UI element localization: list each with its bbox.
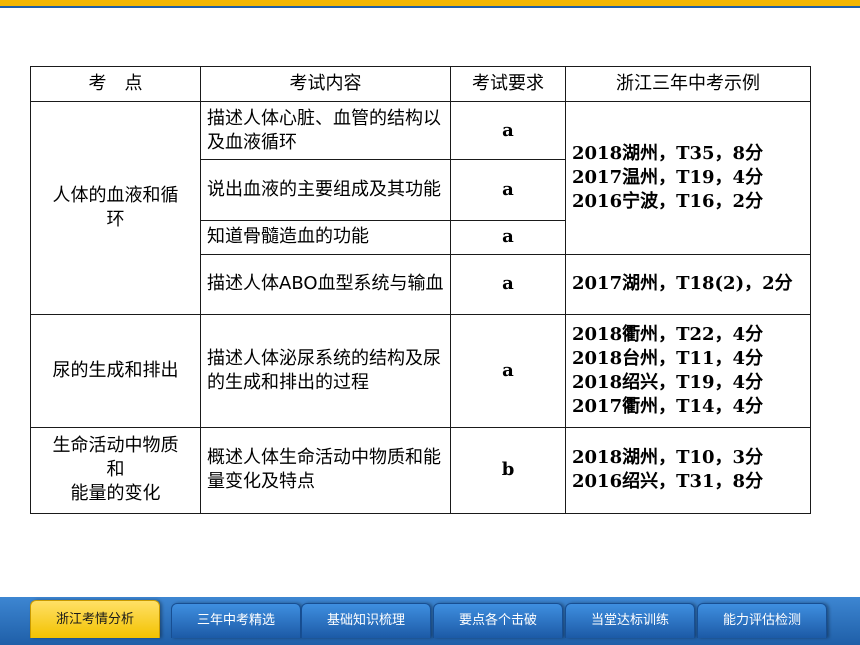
header-topic: 考 点	[30, 66, 201, 102]
examples-cell: 2018湖州，T35，8分 2017温州，T19，4分 2016宁波，T16，2…	[565, 101, 811, 255]
topic-text: 环	[106, 209, 125, 230]
tab-zhejiang-analysis[interactable]: 浙江考情分析	[30, 600, 160, 638]
table-row: 生命活动中物质 和 能量的变化 概述人体生命活动中物质和能量变化及特点 b 20…	[30, 426, 811, 515]
topic-cell: 人体的血液和循 环	[30, 101, 201, 315]
header-requirement: 考试要求	[450, 66, 566, 102]
top-accent-bar	[0, 0, 860, 8]
tab-three-year-selection[interactable]: 三年中考精选	[171, 603, 301, 638]
example-item: 2017温州，T19，4分	[572, 166, 764, 188]
example-item: 2018湖州，T35，8分	[572, 142, 764, 164]
requirement-cell: a	[450, 159, 566, 221]
content-cell: 描述人体ABO血型系统与输血	[200, 253, 451, 316]
example-item: 2018绍兴，T19，4分	[572, 371, 764, 393]
table-row: 人体的血液和循 环 描述人体心脏、血管的结构以及血液循环 a 2018湖州，T3…	[30, 100, 811, 315]
content-cell: 描述人体泌尿系统的结构及尿的生成和排出的过程	[200, 314, 451, 428]
header-examples: 浙江三年中考示例	[565, 66, 811, 102]
requirement-cell: b	[450, 426, 566, 515]
content-cell: 描述人体心脏、血管的结构以及血液循环	[200, 100, 451, 161]
tab-basic-knowledge[interactable]: 基础知识梳理	[301, 603, 431, 638]
examples-cell: 2018湖州，T10，3分 2016绍兴，T31，8分	[565, 426, 811, 515]
requirement-cell: a	[450, 219, 566, 255]
topic-cell: 尿的生成和排出	[30, 314, 201, 428]
requirement-cell: a	[450, 100, 566, 161]
example-item: 2017衢州，T14，4分	[572, 395, 764, 417]
example-item: 2016宁波，T16，2分	[572, 190, 764, 212]
content-cell: 概述人体生命活动中物质和能量变化及特点	[200, 426, 451, 515]
example-item: 2016绍兴，T31，8分	[572, 471, 764, 493]
example-item: 2018台州，T11，4分	[572, 347, 764, 369]
tab-ability-assessment[interactable]: 能力评估检测	[697, 603, 827, 638]
exam-points-table: 考 点 考试内容 考试要求 浙江三年中考示例 人体的血液和循 环 描述人体心脏、…	[30, 66, 811, 515]
tab-key-points[interactable]: 要点各个击破	[433, 603, 563, 638]
topic-cell: 生命活动中物质 和 能量的变化	[30, 426, 201, 515]
header-content: 考试内容	[200, 66, 451, 102]
tab-in-class-training[interactable]: 当堂达标训练	[565, 603, 695, 638]
topic-text: 生命活动中物质	[52, 435, 179, 457]
example-item: 2017湖州，T18(2)，2分	[572, 273, 793, 295]
example-item: 2018湖州，T10，3分	[572, 447, 764, 469]
examples-cell: 2017湖州，T18(2)，2分	[565, 253, 811, 316]
topic-text: 能量的变化	[70, 483, 161, 505]
requirement-cell: a	[450, 314, 566, 428]
requirement-cell: a	[450, 253, 566, 316]
topic-text: 尿的生成和排出	[52, 359, 179, 381]
example-item: 2018衢州，T22，4分	[572, 323, 764, 345]
examples-cell: 2018衢州，T22，4分 2018台州，T11，4分 2018绍兴，T19，4…	[565, 314, 811, 428]
topic-text: 和	[106, 459, 125, 481]
table-header-row: 考 点 考试内容 考试要求 浙江三年中考示例	[30, 66, 811, 102]
topic-text: 人体的血液和循	[52, 185, 179, 206]
content-cell: 说出血液的主要组成及其功能	[200, 159, 451, 221]
table-row: 尿的生成和排出 描述人体泌尿系统的结构及尿的生成和排出的过程 a 2018衢州，…	[30, 314, 811, 428]
content-cell: 知道骨髓造血的功能	[200, 219, 451, 255]
